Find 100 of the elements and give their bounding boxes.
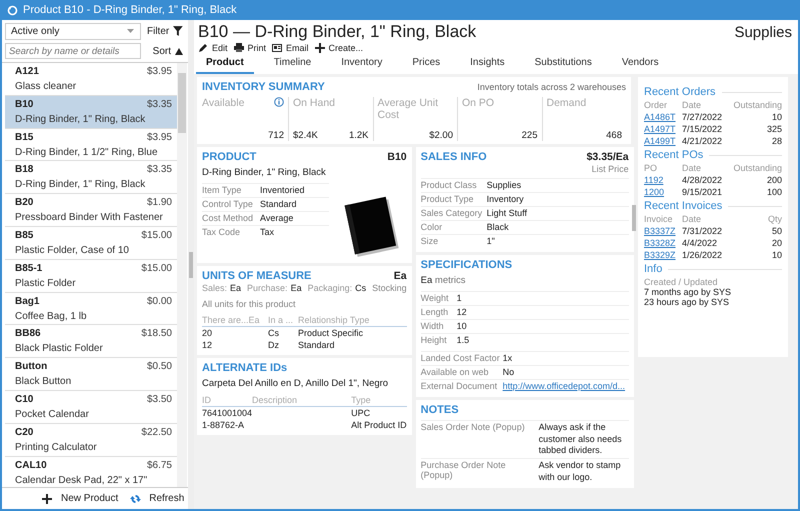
info-text: 23 hours ago by SYS [644,297,730,307]
email-button[interactable]: Email [272,43,309,53]
column-header: ID [202,394,252,407]
product-description: Black Button [15,376,72,388]
record-link[interactable]: B3329Z [644,250,682,260]
product-price: $3.95 [146,132,172,143]
table-cell-text: 12 [202,339,214,351]
field-label: Sales Category [420,208,484,219]
filter-dropdown[interactable]: Active only [5,22,141,40]
metric-value: 712 [268,130,284,141]
metric-value: 1.2K [348,130,368,141]
stocking-label: Stocking [372,283,407,293]
field-label: Height [420,335,448,346]
field-value: Tax [260,227,274,238]
tab[interactable]: Insights [460,54,515,74]
tab[interactable]: Substitutions [524,54,602,74]
product-description: Black Plastic Folder [15,343,104,354]
tab[interactable]: Timeline [264,54,322,74]
field-value: No [502,367,514,378]
sort-up-icon [175,48,183,54]
table-cell-text: 4/4/2022 [682,238,718,248]
caption-text: metrics [434,275,466,286]
search-field[interactable]: Search by name or details [5,43,141,59]
table-cell-text: Cs [268,327,280,339]
table-cell-text: 325 [766,124,782,134]
refresh-button[interactable]: Refresh [124,492,190,505]
product-price: $15.00 [141,262,172,274]
field-value: Light Stuff [486,208,528,219]
product-code: A121 [15,66,39,77]
category-label: Supplies [734,24,792,41]
sort-button[interactable]: Sort [145,46,185,56]
record-link[interactable]: A1486T [644,112,682,122]
new-product-button[interactable]: New Product [36,492,124,505]
create-button[interactable]: Create... [314,43,364,53]
metric-value: 468 [606,130,622,141]
table-cell: Alt Product ID [351,419,407,431]
record-link[interactable]: 1200 [644,187,682,197]
product-description: D-Ring Binder, 1" Ring, Black [15,114,146,125]
product-price: $0.50 [146,361,172,372]
splitter-handle[interactable] [189,252,193,278]
tab[interactable]: Vendors [612,54,669,74]
field-value: 10 [456,321,467,332]
group-title: Info [644,263,662,275]
field-label: Cost Method [202,213,254,224]
product-price: $15.00 [141,230,172,241]
column-header: Date [682,163,702,173]
product-code-label: B10 [387,151,407,163]
document-link[interactable]: http://www.officedepot.com/d... [502,381,626,392]
product-description: Glass cleaner [15,81,78,92]
record-link[interactable]: A1497T [644,124,682,134]
printer-icon [234,43,244,53]
table-cell-text: Dz [268,339,280,351]
metric-label: On Hand [293,97,336,109]
table-cell-text: 20 [202,327,214,339]
scroll-thumb[interactable] [178,73,186,133]
uom-label: Purchase: [247,283,288,293]
table-cell-text: 1/26/2022 [682,250,724,260]
field-value: 1.5 [456,335,470,346]
product-description: Coffee Bag, 1 lb [15,310,88,322]
table-cell-text: Standard [298,339,336,351]
product-description: D-Ring Binder, 1" Ring, Black [15,179,146,190]
product-list-item[interactable]: B10 $3.35 D-Ring Binder, 1" Ring, Black [5,96,177,129]
card-icon [272,43,282,53]
record-link[interactable]: A1499T [644,136,682,146]
field-value: Black [486,222,509,233]
table-cell-text: 10 [770,112,782,122]
filter-button[interactable]: Filter [145,26,185,36]
section-title: PRODUCT [202,151,256,163]
tab[interactable]: Prices [402,54,450,74]
product-description: Pocket Calendar [15,408,90,420]
info-icon [274,97,284,107]
product-code: CAL10 [15,460,47,471]
section-title: SPECIFICATIONS [420,259,512,271]
record-link[interactable]: B3337Z [644,226,682,236]
uom-value: Cs [355,283,366,293]
tab[interactable]: Inventory [331,54,392,74]
uom-label: Packaging: [308,283,352,293]
pencil-icon [198,43,208,53]
record-link[interactable]: 1192 [644,175,682,185]
window-title: Product B10 - D-Ring Binder, 1" Ring, Black [23,4,237,16]
splitter-handle[interactable] [632,205,636,231]
record-link[interactable]: B3328Z [644,238,682,248]
field-value: Always ask if the customer also needs tabbed dividers. [538,422,623,458]
edit-button[interactable]: Edit [198,43,228,53]
product-price: $22.50 [141,426,172,438]
info-text: 7 months ago by SYS [644,287,732,297]
metric-value: $2.00 [429,130,453,141]
product-description: Calendar Desk Pad, 22" x 17" [15,474,148,486]
product-code: Button [15,361,48,372]
product-code: B10 [15,98,34,110]
section-title: INVENTORY SUMMARY [202,81,325,93]
scrollbar[interactable] [177,63,187,487]
field-value: Inventory [486,194,524,205]
table-cell-text: 20 [770,238,782,248]
section-title: SALES INFO [420,151,487,163]
product-price: $3.50 [146,394,172,405]
product-code: B85 [15,230,34,241]
field-label: Item Type [202,185,242,196]
section-title: UNITS OF MEASURE [202,270,312,282]
print-button[interactable]: Print [234,43,266,53]
